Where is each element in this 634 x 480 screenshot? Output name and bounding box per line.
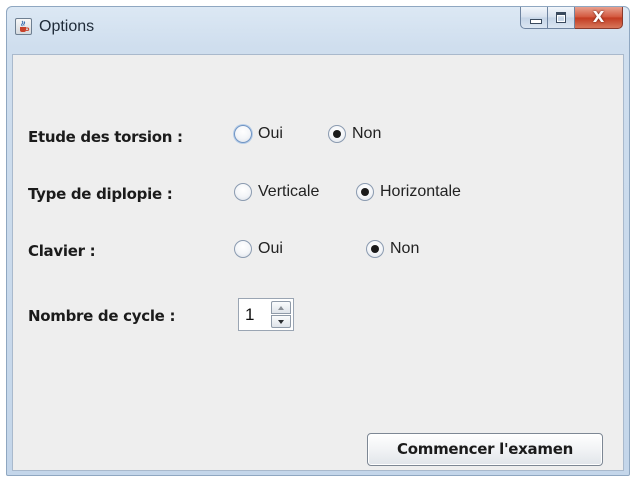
radio-unchecked-icon (234, 240, 252, 258)
arrow-up-icon (278, 306, 284, 310)
start-exam-button[interactable]: Commencer l'examen (367, 433, 603, 466)
diplopie-verticale-label: Verticale (258, 183, 320, 200)
spinner-down-button[interactable] (271, 315, 291, 328)
close-icon: X (592, 8, 605, 26)
minimize-button[interactable] (520, 7, 548, 29)
cycles-value[interactable]: 1 (245, 305, 254, 325)
clavier-oui-label: Oui (258, 240, 283, 257)
arrow-down-icon (278, 320, 284, 324)
clavier-label: Clavier : (28, 242, 96, 260)
radio-unchecked-icon (234, 125, 252, 143)
clavier-non-label: Non (390, 240, 420, 257)
diplopie-verticale-radio[interactable]: Verticale (234, 183, 319, 201)
torsion-oui-radio[interactable]: Oui (234, 125, 283, 143)
cycles-label: Nombre de cycle : (28, 307, 176, 325)
spinner-up-button[interactable] (271, 301, 291, 314)
minimize-icon (530, 19, 542, 24)
maximize-button[interactable] (548, 7, 575, 29)
caption-buttons: X (520, 7, 623, 29)
radio-unchecked-icon (234, 183, 252, 201)
options-window: Options X Etude des torsion : Oui Non Ty… (6, 6, 630, 476)
torsion-label: Etude des torsion : (28, 128, 183, 146)
close-button[interactable]: X (575, 7, 623, 29)
diplopie-horizontale-label: Horizontale (380, 183, 461, 200)
radio-checked-icon (328, 125, 346, 143)
clavier-non-radio[interactable]: Non (366, 240, 419, 258)
clavier-oui-radio[interactable]: Oui (234, 240, 283, 258)
radio-checked-icon (356, 183, 374, 201)
radio-checked-icon (366, 240, 384, 258)
cycles-spinner[interactable]: 1 (238, 298, 294, 331)
torsion-non-radio[interactable]: Non (328, 125, 381, 143)
torsion-oui-label: Oui (258, 125, 283, 142)
title-bar[interactable]: Options X (7, 7, 629, 45)
torsion-non-label: Non (352, 125, 382, 142)
maximize-icon (556, 12, 566, 23)
diplopie-horizontale-radio[interactable]: Horizontale (356, 183, 461, 201)
diplopie-label: Type de diplopie : (28, 185, 173, 203)
options-panel: Etude des torsion : Oui Non Type de dipl… (12, 54, 624, 471)
java-cup-icon (15, 18, 32, 35)
window-title: Options (39, 18, 95, 35)
